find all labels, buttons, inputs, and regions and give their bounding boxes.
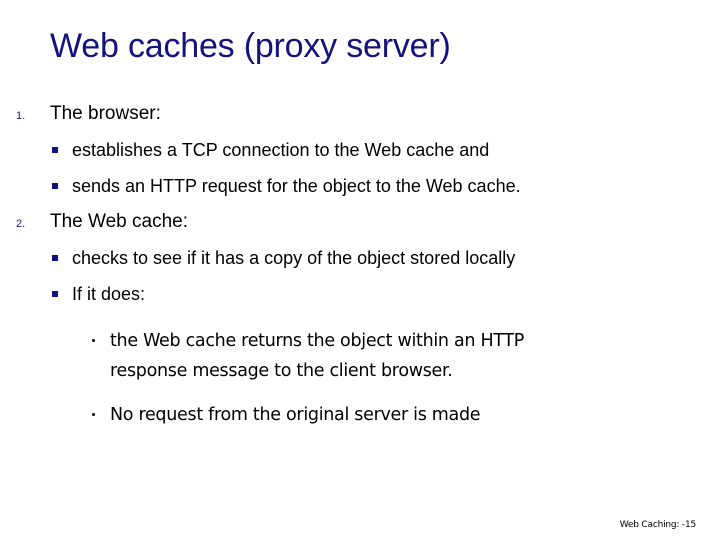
- detail-bullet-line-1: the Web cache returns the object within …: [110, 331, 525, 351]
- bullet-item-2-1: checks to see if it has a copy of the ob…: [0, 240, 720, 276]
- round-bullet-icon: [92, 339, 95, 342]
- square-bullet-icon: [52, 183, 58, 189]
- square-bullet-icon: [52, 147, 58, 153]
- numbered-item-1: 1. The browser:: [0, 96, 720, 132]
- page-title: Web caches (proxy server): [50, 27, 451, 65]
- bullet-item-2-2: If it does:: [0, 276, 720, 312]
- list-number-1: 1.: [16, 110, 26, 122]
- bullet-text: checks to see if it has a copy of the ob…: [72, 248, 516, 268]
- numbered-item-2: 2. The Web cache:: [0, 204, 720, 240]
- slide-canvas: Web caches (proxy server) 1. The browser…: [0, 0, 720, 540]
- item-heading-1: The browser:: [50, 103, 161, 124]
- item-heading-2: The Web cache:: [50, 211, 189, 232]
- bullet-text: sends an HTTP request for the object to …: [72, 176, 521, 196]
- detail-bullet-line-1: No request from the original server is m…: [110, 405, 481, 425]
- detail-bullet-1: the Web cache returns the object within …: [0, 326, 710, 386]
- square-bullet-icon: [52, 255, 58, 261]
- bullet-text: establishes a TCP connection to the Web …: [72, 140, 490, 160]
- round-bullet-icon: [92, 413, 95, 416]
- list-number-2: 2.: [16, 218, 26, 230]
- bullet-item-1-2: sends an HTTP request for the object to …: [0, 168, 720, 204]
- slide-body: 1. The browser: establishes a TCP connec…: [0, 96, 720, 430]
- bullet-item-1-1: establishes a TCP connection to the Web …: [0, 132, 720, 168]
- bullet-text: If it does:: [72, 284, 146, 304]
- detail-bullet-2: No request from the original server is m…: [0, 400, 710, 430]
- detail-bullet-line-2: response message to the client browser.: [110, 361, 453, 381]
- slide-footer: Web Caching: -15: [619, 520, 696, 530]
- square-bullet-icon: [52, 291, 58, 297]
